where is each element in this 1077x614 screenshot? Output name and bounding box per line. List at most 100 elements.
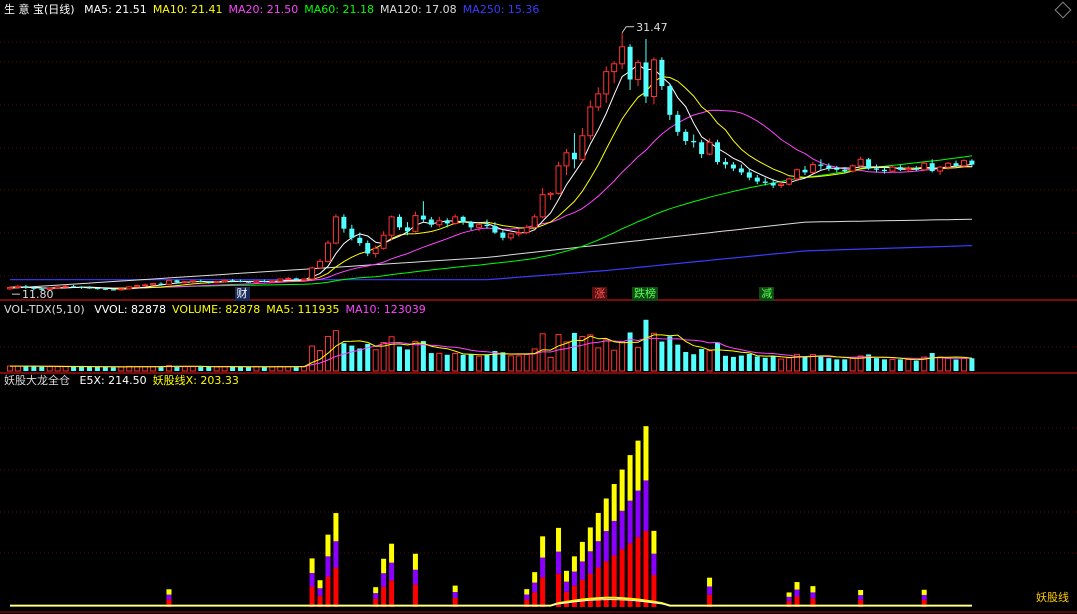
volume-bar <box>913 360 919 371</box>
volume-bar <box>969 358 975 371</box>
candle <box>809 161 816 174</box>
candle <box>253 280 260 283</box>
volume-legend: VOL-TDX(5,10) VVOL: 82878 VOLUME: 82878 MA… <box>4 302 438 318</box>
indicator-bar <box>563 570 569 582</box>
candle-body <box>866 159 872 169</box>
indicator-bar <box>524 594 530 600</box>
indicator-bar <box>587 573 593 607</box>
volume-bar <box>770 356 776 371</box>
candle-body <box>118 288 125 291</box>
indicator-bar <box>309 572 315 587</box>
candle <box>818 159 824 170</box>
volume-bar <box>706 350 713 372</box>
candle-body <box>905 167 912 171</box>
volume-bar <box>436 352 443 372</box>
volume-bar <box>372 349 379 372</box>
volume-bar <box>619 341 626 372</box>
candle <box>515 228 522 237</box>
event-tag[interactable]: 跌榜 <box>632 287 659 301</box>
volume-bar <box>39 366 45 371</box>
stock-name[interactable]: 生 意 宝 <box>4 3 44 16</box>
candle-body <box>126 286 133 290</box>
candle-body <box>786 178 793 185</box>
volume-bar <box>953 359 959 371</box>
candle-body <box>953 163 959 166</box>
indicator-bar <box>563 581 569 592</box>
indicator-bar <box>579 579 585 607</box>
volume-bar <box>189 366 196 372</box>
volume-bar <box>94 366 100 371</box>
candle-body <box>921 162 928 171</box>
volume-indicator-name[interactable]: VOL-TDX(5,10) <box>4 303 85 316</box>
indicator-bar <box>643 426 649 481</box>
volume-bar <box>150 366 157 372</box>
chart-period: (日线) <box>44 3 75 16</box>
indicator-bar <box>810 592 816 599</box>
candle-body <box>71 286 77 288</box>
candle-body <box>412 215 419 232</box>
candle-body <box>531 216 538 228</box>
candle-body <box>587 106 594 137</box>
candle-body <box>380 234 387 249</box>
candle <box>428 216 434 228</box>
candle <box>683 129 689 145</box>
indicator-bar <box>627 500 633 544</box>
event-tag[interactable]: 涨 <box>592 287 608 301</box>
candle <box>397 214 403 230</box>
candle <box>62 284 69 288</box>
event-tag[interactable]: 减 <box>759 287 775 301</box>
volume-bar <box>102 366 108 371</box>
volume-bar <box>380 342 387 372</box>
volume-bar <box>595 347 602 372</box>
indicator-bar <box>333 541 339 568</box>
candle-body <box>809 164 816 173</box>
volume-bar <box>309 345 316 372</box>
candle-body <box>881 169 887 172</box>
candle <box>627 44 633 90</box>
volume-bar <box>611 349 618 372</box>
indicator-bar <box>389 562 395 581</box>
indicator-legend-item-0: E5X: 214.50 <box>79 374 147 387</box>
volume-bar <box>206 366 212 371</box>
volume-bar <box>230 366 236 371</box>
volume-legend-item-1: VOLUME: 82878 <box>172 303 261 316</box>
candle-body <box>555 165 562 194</box>
volume-bar <box>54 366 61 372</box>
indicator-bar <box>571 556 577 572</box>
ma-legend-item-1: MA10: 21.41 <box>152 3 223 16</box>
volume-bar <box>635 347 642 372</box>
candle-body <box>683 131 689 141</box>
indicator-bar <box>858 595 864 600</box>
volume-bar <box>778 358 785 372</box>
candle-body <box>675 114 681 132</box>
indicator-name[interactable]: 妖股大龙全仓 <box>4 374 70 387</box>
candle-body <box>79 286 85 288</box>
candle-body <box>388 216 395 236</box>
indicator-bar <box>595 512 601 542</box>
volume-bar <box>547 356 554 372</box>
indicator-legend-item-1: 妖股线X: 203.33 <box>152 374 239 387</box>
indicator-line-label: 妖股线 <box>1036 590 1069 604</box>
candle-body <box>460 216 466 223</box>
volume-bar <box>881 359 887 371</box>
candle-body <box>301 278 308 281</box>
volume-bar <box>181 366 188 372</box>
indicator-bar <box>595 567 601 607</box>
candle-body <box>857 158 864 167</box>
candle-body <box>691 140 697 143</box>
volume-bar <box>158 366 164 371</box>
event-tag[interactable]: 财 <box>234 287 250 301</box>
candle-body <box>937 166 944 172</box>
candle-body <box>730 164 736 169</box>
indicator-bar <box>532 582 538 593</box>
candle-body <box>372 247 379 255</box>
candle-body <box>754 177 760 182</box>
indicator-bar <box>571 585 577 607</box>
volume-bar <box>476 355 483 372</box>
indicator-bar <box>452 592 458 599</box>
candle-body <box>706 141 713 155</box>
candle <box>738 164 744 176</box>
candle <box>309 266 316 280</box>
volume-bar <box>301 366 308 372</box>
candle-body <box>484 224 490 227</box>
